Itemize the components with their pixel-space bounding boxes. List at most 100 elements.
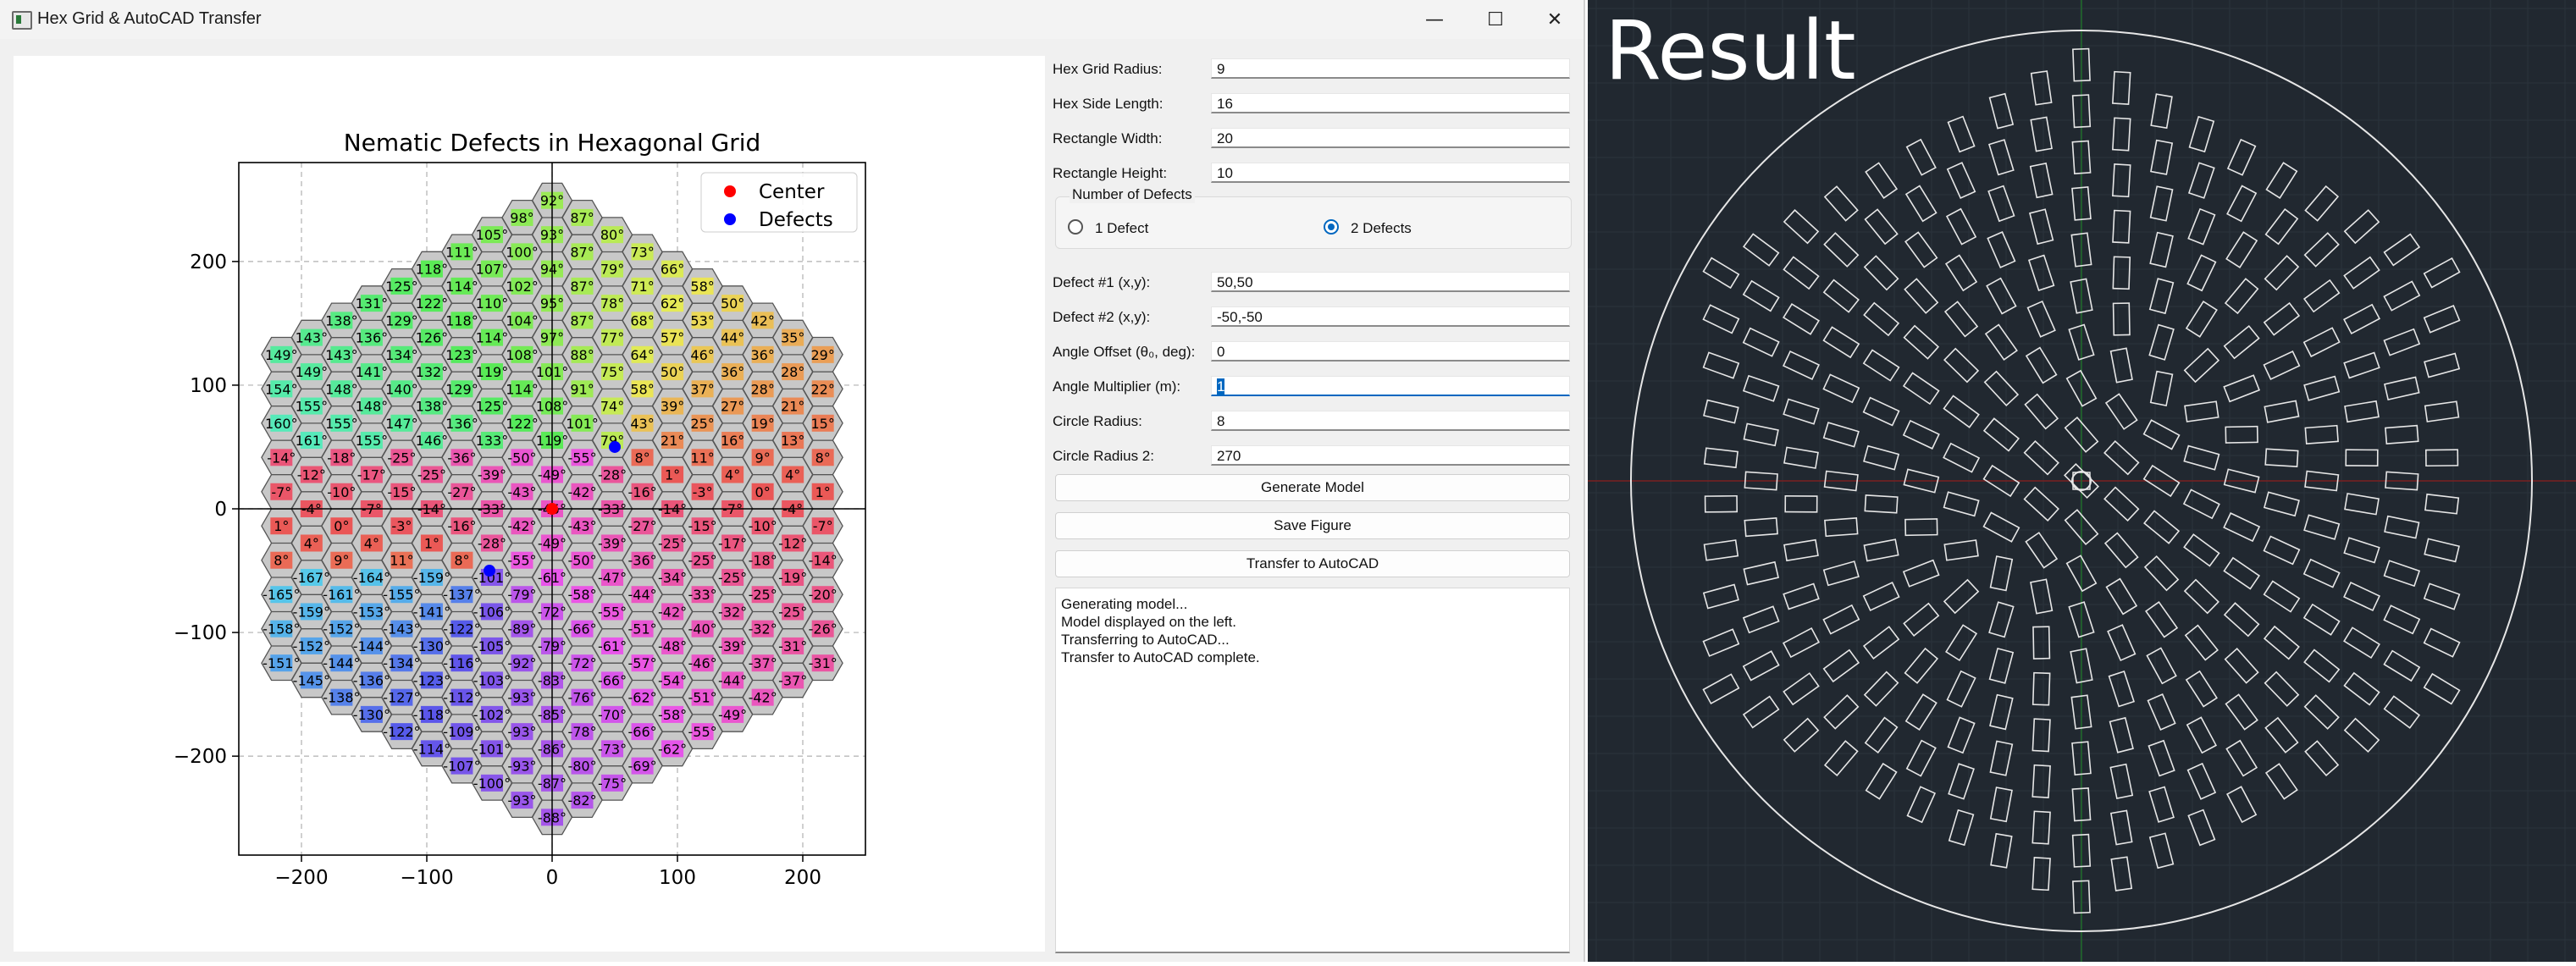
cad-rectangle — [2032, 626, 2051, 660]
cad-rectangle — [2023, 439, 2059, 476]
cad-rectangle — [1863, 255, 1899, 291]
cad-rectangle — [1989, 693, 2014, 731]
hex-angle-label: 79° — [600, 262, 624, 278]
rectangle-width-input[interactable]: 20 — [1211, 128, 1570, 148]
hex-side-length-label: Hex Side Length: — [1053, 96, 1164, 112]
cad-rectangle — [2148, 739, 2175, 777]
hex-angle-label: 104° — [506, 312, 539, 328]
hex-angle-label: -25° — [718, 570, 747, 586]
cad-rectangle — [1982, 417, 2020, 452]
cad-rectangle — [2150, 93, 2173, 130]
legend-marker — [724, 185, 736, 197]
hex-side-length-input[interactable]: 16 — [1211, 93, 1570, 113]
hex-angle-label: -28° — [478, 535, 506, 551]
cad-rectangle — [1983, 370, 2020, 407]
cad-rectangle — [1822, 326, 1860, 359]
cad-rectangle — [2343, 256, 2380, 290]
hex-angle-label: -78° — [567, 724, 596, 740]
hex-angle-label: 87° — [570, 279, 594, 295]
cad-rectangle — [1987, 231, 2016, 268]
hex-angle-label: 122° — [506, 416, 539, 432]
cad-rectangle — [1865, 762, 1898, 800]
hex-grid-radius-label: Hex Grid Radius: — [1053, 61, 1163, 77]
cad-rectangle — [1862, 349, 1900, 382]
cad-rectangle — [2145, 600, 2179, 638]
circle-radius-input[interactable]: 8 — [1211, 411, 1570, 431]
cad-rectangle — [2343, 209, 2380, 245]
hex-angle-label: -39° — [478, 467, 506, 483]
circle-radius-2-label: Circle Radius 2: — [1053, 448, 1154, 464]
hex-angle-label: 4° — [725, 467, 740, 483]
cad-rectangle — [2423, 627, 2461, 658]
hex-angle-label: -155° — [383, 587, 420, 603]
hex-angle-label: 143° — [296, 330, 329, 346]
status-log[interactable]: Generating model... Model displayed on t… — [1055, 588, 1570, 953]
cad-rectangle — [1947, 716, 1976, 754]
hex-angle-label: -57° — [627, 655, 656, 671]
hex-angle-label: -79° — [507, 587, 536, 603]
app-window: Hex Grid & AutoCAD Transfer — ☐ ✕ Nemati… — [0, 0, 1585, 962]
cad-rectangle — [1823, 740, 1859, 777]
field-angle-multiplier: Angle Multiplier (m): 1 — [1050, 372, 1575, 400]
cad-rectangle — [2109, 716, 2134, 753]
hex-angle-label: -36° — [447, 450, 476, 466]
circle-radius-label: Circle Radius: — [1053, 413, 1142, 429]
hex-angle-label: -37° — [749, 655, 777, 671]
hex-angle-label: -144° — [353, 638, 390, 654]
hex-angle-label: 129° — [445, 381, 478, 397]
hex-angle-label: 122° — [416, 295, 449, 312]
radio-1-defect-label: 1 Defect — [1095, 220, 1149, 236]
cad-rectangle — [2107, 624, 2137, 662]
circle-radius-2-input[interactable]: 270 — [1211, 445, 1570, 466]
cad-rectangle — [1943, 442, 1981, 473]
cad-rectangle — [1947, 115, 1976, 153]
hex-angle-label: -25° — [749, 587, 777, 603]
angle-offset-input[interactable]: 0 — [1211, 341, 1570, 362]
cad-rectangle — [1783, 672, 1820, 706]
cad-rectangle — [2112, 256, 2131, 290]
cad-rectangle — [1783, 446, 1819, 469]
hex-angle-label: -134° — [383, 655, 420, 671]
hex-angle-label: 66° — [661, 262, 684, 278]
defect-2-input[interactable]: -50,-50 — [1211, 306, 1570, 327]
cad-rectangle — [1865, 162, 1899, 199]
hex-angle-label: -152° — [293, 638, 330, 654]
radio-2-defects-indicator[interactable] — [1324, 219, 1339, 235]
hex-angle-label: 87° — [570, 210, 594, 226]
hex-angle-label: 136° — [445, 416, 478, 432]
cad-rectangle — [2111, 117, 2131, 152]
hex-angle-label: 13° — [781, 433, 804, 449]
hex-angle-label: 114° — [506, 381, 539, 397]
hex-angle-label: 62° — [661, 295, 684, 312]
transfer-autocad-button[interactable]: Transfer to AutoCAD — [1055, 550, 1570, 577]
hex-angle-label: 148° — [325, 381, 358, 397]
chart-legend: Center Defects — [700, 172, 858, 233]
hex-angle-label: 147° — [385, 416, 418, 432]
hex-angle-label: -137° — [443, 587, 480, 603]
hex-grid-radius-input[interactable]: 9 — [1211, 58, 1570, 79]
hex-angle-label: 44° — [721, 330, 744, 346]
rectangle-height-input[interactable]: 10 — [1211, 163, 1570, 183]
radio-1-defect-indicator[interactable] — [1068, 219, 1083, 235]
cad-rectangle — [2105, 577, 2138, 615]
close-button[interactable]: ✕ — [1524, 0, 1585, 39]
cad-rectangle — [1944, 254, 1978, 292]
hex-angle-label: -16° — [447, 518, 476, 534]
minimize-button[interactable]: — — [1404, 0, 1465, 39]
cad-rectangle — [1822, 422, 1860, 448]
field-defect-2: Defect #2 (x,y): -50,-50 — [1050, 302, 1575, 331]
cad-rectangle — [2343, 671, 2380, 706]
cad-rectangle — [2304, 424, 2339, 444]
x-tick-label: 200 — [784, 867, 821, 889]
maximize-button[interactable]: ☐ — [1465, 0, 1526, 39]
hex-angle-label: 74° — [600, 399, 624, 415]
hex-angle-label: -25° — [778, 604, 807, 620]
save-figure-button[interactable]: Save Figure — [1055, 512, 1570, 539]
hex-angle-label: 1° — [274, 518, 289, 534]
defect-1-input[interactable]: 50,50 — [1211, 272, 1570, 292]
generate-model-button[interactable]: Generate Model — [1055, 474, 1570, 501]
hex-angle-label: -51° — [688, 690, 717, 706]
angle-multiplier-input[interactable]: 1 — [1211, 376, 1570, 396]
field-rectangle-width: Rectangle Width: 20 — [1050, 124, 1575, 152]
cad-rectangle — [2183, 578, 2219, 615]
